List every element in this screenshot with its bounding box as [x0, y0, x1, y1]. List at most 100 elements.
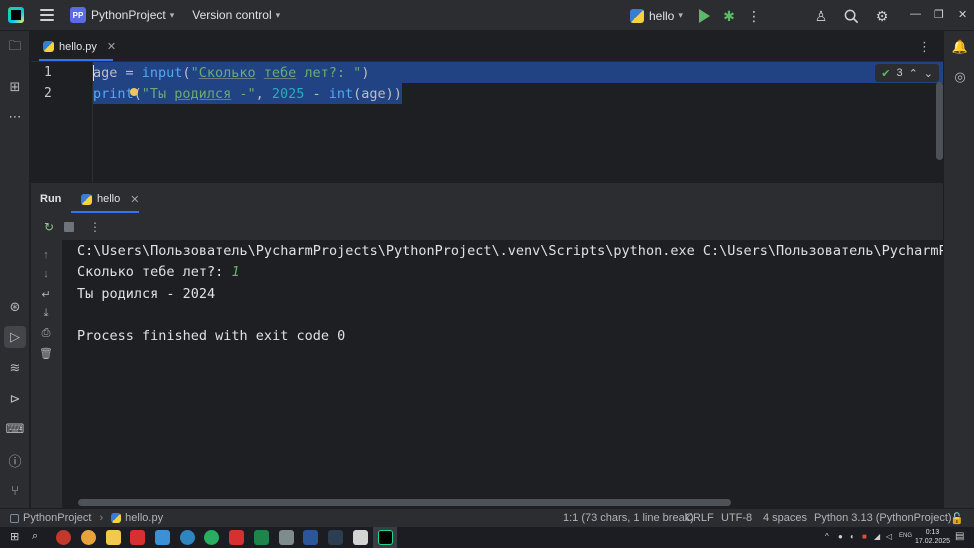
run-console[interactable]: C:\Users\Пользователь\PycharmProjects\Py… — [62, 240, 943, 508]
app-icon[interactable] — [56, 530, 71, 545]
system-clock[interactable]: 0:13 17.02.2025 — [915, 528, 950, 546]
windows-start-icon[interactable]: ⊞ — [10, 530, 19, 543]
version-control-menu[interactable]: Version control ▾ — [174, 0, 280, 31]
ai-assistant-button[interactable]: ◎ — [952, 69, 968, 85]
scroll-to-end-button[interactable]: ⤓ — [39, 306, 53, 320]
tab-label: hello.py — [59, 40, 97, 53]
caret-position[interactable]: 1:1 (73 chars, 1 line break) — [563, 512, 694, 524]
close-window-button[interactable]: ✕ — [958, 8, 967, 21]
folder-icon: 🗀 — [8, 38, 22, 53]
run-config-selector[interactable]: hello ▾ — [630, 0, 683, 31]
chevron-down-icon[interactable]: ⌄ — [924, 67, 933, 80]
inspection-widget[interactable]: ✔ 3 ⌃ ⌄ — [875, 64, 939, 82]
project-tool-button[interactable]: 🗀 — [7, 38, 23, 56]
rerun-button[interactable]: ↻ — [42, 220, 56, 234]
debug-button[interactable]: ✱ — [720, 7, 738, 25]
run-tool-button[interactable]: ▷ — [4, 326, 26, 348]
ai-assistant-icon: ◎ — [954, 69, 966, 84]
code-editor[interactable]: 1 2 age = input("Сколько тебе лет?: ") p… — [31, 62, 943, 182]
more-tools-button[interactable]: ⋯ — [7, 109, 23, 125]
tray-chevron-up-icon[interactable]: ^ — [825, 532, 829, 541]
clock-date: 17.02.2025 — [915, 538, 951, 545]
volume-icon[interactable]: ◁ — [886, 532, 892, 541]
python-interpreter[interactable]: Python 3.13 (PythonProject) — [814, 512, 952, 524]
close-tab-icon[interactable]: ✕ — [130, 193, 139, 206]
run-more-button[interactable]: ⋮ — [88, 220, 102, 234]
chevron-down-icon: ▾ — [678, 10, 683, 20]
stop-button[interactable] — [62, 220, 76, 234]
python-console-icon: ⊛ — [9, 299, 21, 314]
line-separator[interactable]: CRLF — [685, 512, 714, 524]
stop-icon — [64, 222, 74, 232]
run-config-name: hello — [649, 8, 675, 23]
tab-hello-py[interactable]: hello.py ✕ — [39, 31, 120, 62]
notification-center-icon[interactable]: ▤ — [955, 531, 964, 542]
intention-bulb-icon[interactable] — [130, 88, 138, 96]
app-icon[interactable] — [279, 530, 294, 545]
browser-icon[interactable] — [180, 530, 195, 545]
lock-icon[interactable]: 🔓 — [950, 512, 964, 525]
notifications-button[interactable]: 🔔 — [952, 39, 968, 55]
soft-wrap-button[interactable]: ↵ — [39, 287, 53, 301]
tray-icon[interactable]: ● — [838, 532, 843, 541]
breadcrumb-project[interactable]: PythonProject — [23, 512, 91, 524]
indent-setting[interactable]: 4 spaces — [763, 512, 807, 524]
editor-tabs: hello.py ✕ ⋮ — [31, 31, 943, 62]
terminal-icon: ⌨ — [5, 421, 25, 436]
problems-icon: ⓘ — [8, 453, 22, 469]
settings-button[interactable]: ⚙ — [873, 7, 891, 25]
mail-icon[interactable] — [155, 530, 170, 545]
tray-icon[interactable]: ◐ — [850, 532, 855, 541]
python-file-icon — [630, 8, 644, 23]
problems-button[interactable]: ⓘ — [7, 452, 23, 469]
app-icon[interactable] — [229, 530, 244, 545]
network-icon[interactable]: ◢ — [874, 532, 880, 541]
console-user-input: 1 — [231, 264, 240, 280]
run-icon: ▷ — [10, 329, 20, 344]
main-menu-icon[interactable] — [40, 9, 54, 21]
close-tab-icon[interactable]: ✕ — [107, 40, 116, 53]
search-icon[interactable]: ⌕ — [32, 530, 38, 543]
tabs-more-icon[interactable]: ⋮ — [918, 39, 931, 55]
terminal-button[interactable]: ⌨ — [5, 421, 25, 437]
chrome-icon[interactable] — [81, 530, 96, 545]
language-indicator[interactable]: ENG — [899, 533, 912, 539]
arrow-down-icon: ↓ — [43, 268, 49, 280]
terminal-icon[interactable] — [328, 530, 343, 545]
inspection-count: 3 — [896, 67, 903, 79]
structure-tool-button[interactable]: ⊞ — [7, 79, 23, 95]
active-tab-indicator — [39, 59, 113, 61]
project-selector[interactable]: PythonProject ▾ — [86, 0, 174, 31]
services-button[interactable]: ⊳ — [7, 391, 23, 407]
restore-button[interactable]: ❐ — [934, 8, 944, 21]
minimize-button[interactable]: — — [910, 8, 921, 20]
search-button[interactable] — [842, 7, 860, 25]
code-line-2: print("Ты родился -", 2025 - int(age)) — [93, 86, 402, 102]
print-button[interactable]: ⎙ — [39, 326, 53, 340]
more-actions-button[interactable]: ⋮ — [745, 7, 763, 25]
user-plus-icon: ♙ — [814, 7, 828, 24]
editor-vertical-scrollbar[interactable] — [936, 82, 943, 160]
python-console-button[interactable]: ⊛ — [7, 299, 23, 315]
breadcrumb-file[interactable]: hello.py — [125, 512, 163, 524]
scroll-up-button[interactable]: ↑ — [39, 248, 53, 262]
scroll-down-button[interactable]: ↓ — [39, 267, 53, 281]
console-horizontal-scrollbar[interactable] — [78, 499, 731, 506]
excel-icon[interactable] — [254, 530, 269, 545]
run-button[interactable] — [695, 7, 713, 25]
pycharm-taskbar-icon[interactable] — [378, 530, 393, 545]
app-icon[interactable] — [130, 530, 145, 545]
chevron-up-icon[interactable]: ⌃ — [909, 67, 918, 80]
tray-icon[interactable]: ■ — [862, 532, 867, 541]
python-packages-button[interactable]: ≋ — [7, 360, 23, 376]
clear-console-button[interactable]: 🗑 — [39, 346, 53, 360]
notepad-icon[interactable] — [353, 530, 368, 545]
arrow-up-icon: ↑ — [43, 249, 49, 261]
whatsapp-icon[interactable] — [204, 530, 219, 545]
add-user-button[interactable]: ♙ — [812, 7, 830, 25]
file-encoding[interactable]: UTF-8 — [721, 512, 752, 524]
module-icon — [10, 513, 19, 523]
folder-icon[interactable] — [106, 530, 121, 545]
word-icon[interactable] — [303, 530, 318, 545]
git-button[interactable]: ⑂ — [7, 482, 23, 498]
